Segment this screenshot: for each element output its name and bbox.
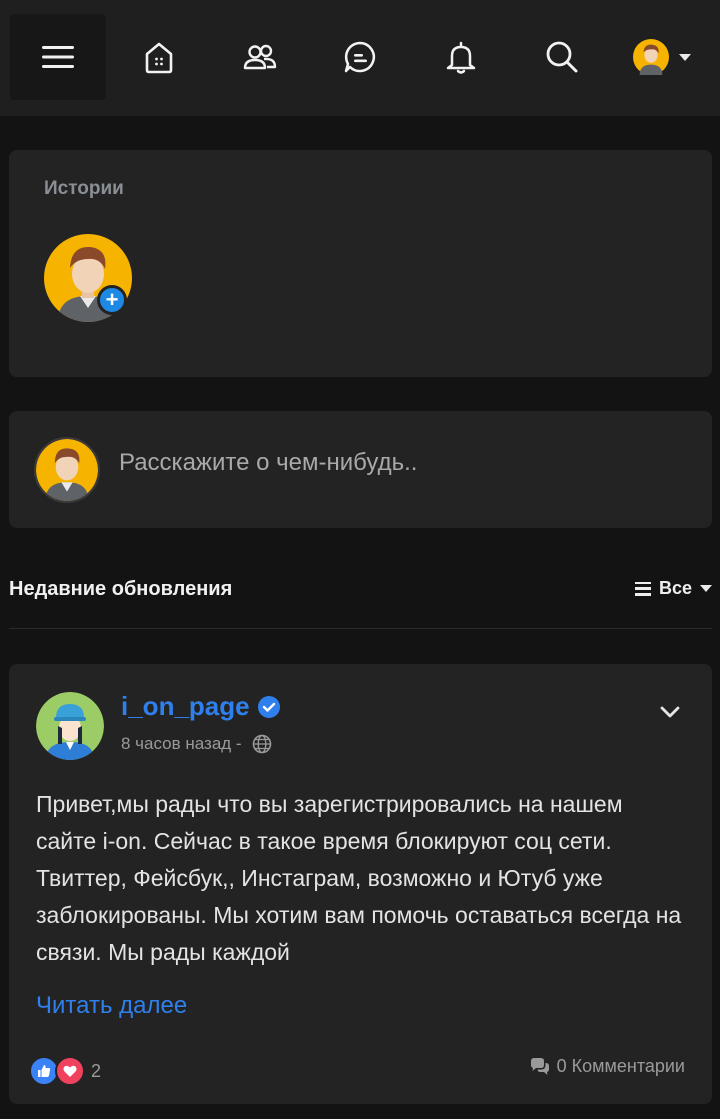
comments-icon [530,1057,549,1075]
post-author: i_on_page [121,691,280,722]
globe-icon [252,734,271,754]
post-author-name[interactable]: i_on_page [121,691,250,722]
love-icon [55,1056,85,1086]
post-card: i_on_page 8 часов назад - Привет,мы рады… [9,664,712,1104]
stories-card: Истории + [9,150,712,377]
add-story-plus-icon[interactable]: + [97,285,127,315]
divider [9,628,712,629]
post-author-avatar[interactable] [36,692,104,760]
read-more-link[interactable]: Читать далее [36,992,187,1020]
menu-button[interactable] [10,14,106,100]
compose-avatar [34,437,100,503]
comments-link[interactable]: 0 Комментарии [529,1056,685,1077]
comments-count: 0 Комментарии [556,1056,685,1076]
filter-dropdown[interactable]: Все [634,578,712,599]
friends-icon [243,44,277,70]
user-avatar [633,39,669,75]
home-icon [145,42,173,74]
post-body: Привет,мы рады что вы зарегистрировались… [36,791,682,965]
top-navigation [0,0,720,116]
messages-button[interactable] [312,14,408,100]
menu-icon [42,46,74,68]
search-button[interactable] [514,14,610,100]
home-button[interactable] [111,14,207,100]
compose-card: Расскажите о чем-нибудь.. [9,411,712,528]
post-reactions[interactable]: 2 [29,1056,101,1086]
notifications-button[interactable] [413,14,509,100]
post-time: 8 часов назад - [121,734,242,753]
updates-header: Недавние обновления Все [9,578,712,604]
chevron-down-icon [700,585,712,592]
post-options-chevron-icon[interactable] [658,700,682,724]
friends-button[interactable] [212,14,308,100]
stories-title: Истории [44,178,124,199]
list-icon [634,581,651,596]
messages-icon [344,41,376,73]
compose-input[interactable]: Расскажите о чем-нибудь.. [119,449,417,477]
search-icon [546,41,578,73]
post-meta: 8 часов назад - [121,734,272,754]
updates-title: Недавние обновления [9,578,233,600]
filter-label: Все [658,578,692,598]
chevron-down-icon [679,53,691,61]
bell-icon [446,41,476,74]
verified-badge-icon [257,695,280,718]
reaction-count: 2 [91,1060,102,1081]
user-avatar-dropdown[interactable] [614,14,710,100]
